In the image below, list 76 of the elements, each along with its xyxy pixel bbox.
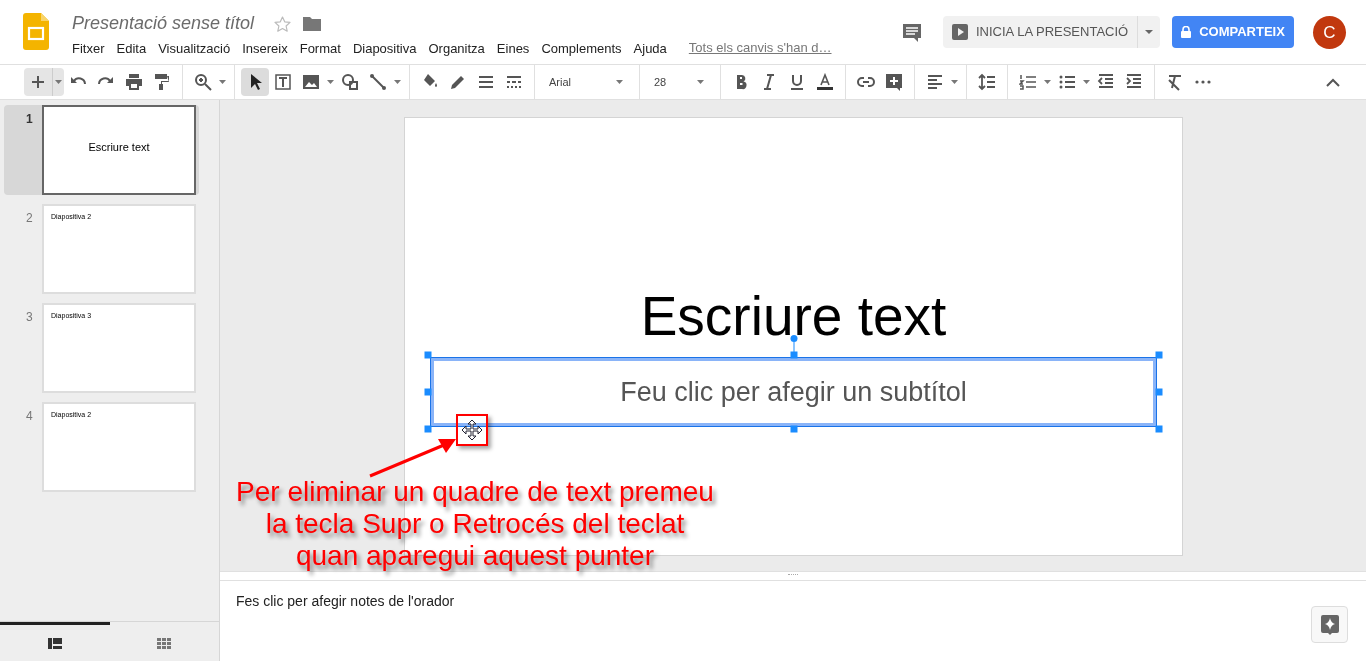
notes-resize-handle[interactable] (220, 571, 1366, 581)
resize-handle[interactable] (1155, 388, 1163, 396)
caret-icon[interactable] (1044, 80, 1051, 84)
menu-item[interactable]: Edita (110, 38, 153, 60)
caret-icon[interactable] (219, 80, 226, 84)
line-icon[interactable] (369, 73, 387, 91)
grid-view-icon (157, 637, 172, 649)
plus-icon[interactable] (32, 76, 44, 88)
slide-number: 4 (25, 408, 34, 425)
document-title[interactable]: Presentació sense títol (72, 10, 255, 37)
user-avatar[interactable]: C (1313, 16, 1346, 49)
caret-icon[interactable] (327, 80, 334, 84)
line-weight-icon[interactable] (477, 73, 495, 91)
align-left-icon[interactable] (926, 73, 944, 91)
filmstrip-view-icon (47, 637, 62, 649)
menu-item[interactable]: Format (293, 38, 347, 60)
menu-item[interactable]: Insereix (236, 38, 294, 60)
folder-icon[interactable] (303, 16, 322, 31)
resize-handle[interactable] (424, 388, 432, 396)
caret-icon[interactable] (394, 80, 401, 84)
caret-icon[interactable] (616, 80, 623, 84)
shape-icon[interactable] (341, 73, 359, 91)
print-icon[interactable] (125, 73, 143, 91)
menu-item[interactable]: Fitxer (66, 38, 111, 60)
clear-formatting-icon[interactable] (1166, 73, 1184, 91)
caret-icon[interactable] (697, 80, 704, 84)
increase-indent-icon[interactable] (1125, 73, 1143, 91)
resize-handle[interactable] (424, 425, 432, 433)
resize-handle[interactable] (790, 425, 797, 433)
sparkle-icon (1320, 614, 1339, 635)
text-color-icon[interactable] (816, 73, 834, 91)
font-size-dropdown[interactable]: 28 (646, 73, 714, 91)
save-status-link[interactable]: Tots els canvis s'han d… (688, 38, 832, 60)
slide-number: 3 (25, 309, 34, 326)
line-dash-icon[interactable] (505, 73, 523, 91)
zoom-icon[interactable] (194, 73, 212, 91)
menu-item[interactable]: Eines (490, 38, 536, 60)
slide-thumbnail[interactable]: 1 Escriure text (4, 105, 199, 195)
caret-icon (1145, 30, 1154, 34)
speaker-notes-field[interactable]: Fes clic per afegir notes de l'orador (236, 591, 455, 612)
bulleted-list-icon[interactable] (1058, 73, 1076, 91)
menu-item[interactable]: Ajuda (627, 38, 673, 60)
thumbnail-text: Escriure text (87, 140, 151, 155)
menu-item[interactable]: Complements (535, 38, 628, 60)
resize-handle[interactable] (1155, 351, 1163, 359)
line-spacing-icon[interactable] (978, 73, 996, 91)
collapse-icon[interactable] (1326, 77, 1340, 87)
comment-icon[interactable] (902, 23, 922, 43)
annotation-text: Per eliminar un quadre de text premeu la tecla Supr o Retrocés del teclat quan aparegui aquest punter (235, 476, 715, 572)
font-dropdown[interactable]: Arial (541, 73, 633, 91)
underline-icon[interactable] (788, 73, 806, 91)
resize-handle[interactable] (790, 351, 797, 359)
paint-format-icon[interactable] (153, 73, 171, 91)
add-comment-icon[interactable] (885, 73, 903, 91)
menu-item[interactable]: Visualització (152, 38, 237, 60)
numbered-list-icon[interactable] (1019, 73, 1037, 91)
menu-item[interactable]: Organitza (422, 38, 491, 60)
slide-title[interactable]: Escriure text (404, 289, 1183, 344)
explore-button[interactable] (1311, 606, 1348, 643)
caret-icon[interactable] (951, 80, 958, 84)
menu-item[interactable]: Diapositiva (346, 38, 423, 60)
play-icon (952, 24, 968, 40)
slide-number: 1 (25, 111, 34, 128)
text-box-icon[interactable] (274, 73, 292, 91)
image-icon[interactable] (302, 73, 320, 91)
share-button[interactable]: COMPARTEIX (1172, 16, 1294, 48)
caret-icon[interactable] (55, 80, 62, 84)
slide-number: 2 (25, 210, 34, 227)
resize-handle[interactable] (424, 351, 432, 359)
star-icon[interactable] (274, 15, 292, 32)
decrease-indent-icon[interactable] (1097, 73, 1115, 91)
subtitle-placeholder[interactable]: Feu clic per afegir un subtítol (431, 358, 1156, 426)
pencil-icon[interactable] (449, 73, 467, 91)
lock-icon (1181, 26, 1192, 38)
caret-icon[interactable] (1083, 80, 1090, 84)
resize-handle[interactable] (1155, 425, 1163, 433)
